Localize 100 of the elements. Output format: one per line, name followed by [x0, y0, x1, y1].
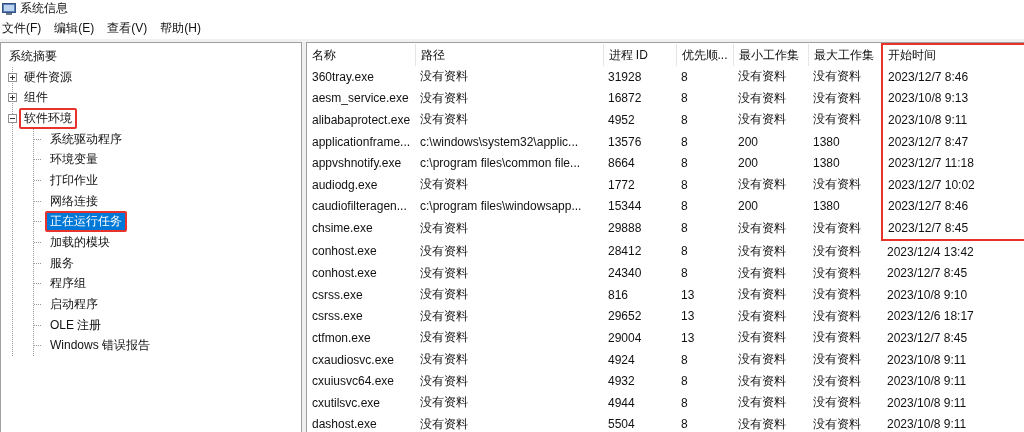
window-title: 系统信息	[20, 0, 68, 17]
table-cell-text: 1772	[607, 176, 636, 194]
table-cell-text: 24340	[607, 265, 643, 283]
expander-icon[interactable]	[8, 113, 17, 123]
table-cell-text: 没有资料	[812, 415, 862, 432]
table-cell-text: 没有资料	[419, 286, 469, 304]
table-cell: 没有资料	[808, 66, 882, 88]
table-cell-text: c:\program files\common file...	[419, 155, 582, 173]
table-cell-text: alibabaprotect.exe	[311, 112, 412, 129]
table-cell: 1380	[808, 195, 882, 218]
table-cell: 没有资料	[808, 87, 882, 110]
column-header[interactable]: 开始时间	[882, 44, 1024, 66]
table-cell: 31928	[603, 66, 676, 88]
table-cell: 没有资料	[415, 66, 603, 88]
table-cell-text: 没有资料	[419, 219, 469, 237]
tree-item[interactable]: Windows 错误报告	[45, 335, 155, 357]
table-cell-text: aesm_service.exe	[311, 90, 410, 108]
table-cell-text: 没有资料	[812, 264, 862, 282]
table-cell-text: 13	[680, 329, 696, 347]
column-header[interactable]: 路径	[415, 44, 603, 66]
table-cell-text: conhost.exe	[311, 243, 378, 261]
tree-item[interactable]: 硬件资源	[19, 66, 77, 88]
tree-item[interactable]: 网络连接	[45, 190, 103, 212]
table-cell-text: 没有资料	[812, 307, 862, 325]
table-cell-text: 没有资料	[419, 89, 469, 107]
column-header[interactable]: 最大工作集	[808, 44, 882, 66]
tree-item[interactable]: 程序组	[45, 273, 91, 295]
table-cell-text: 8	[680, 265, 689, 283]
table-cell-text: csrss.exe	[311, 286, 364, 304]
table-cell: 8	[676, 66, 733, 88]
table-cell: 没有资料	[808, 239, 882, 263]
tree-item[interactable]: 系统摘要	[4, 45, 62, 67]
column-header[interactable]: 最小工作集	[733, 44, 808, 66]
table-cell-text: 200	[737, 133, 760, 151]
table-cell-text: caudiofilteragen...	[311, 198, 408, 216]
table-cell-text: 5504	[607, 416, 636, 432]
expander-icon[interactable]	[8, 93, 17, 103]
table-cell-text: 8664	[607, 155, 636, 173]
table-cell-text: 没有资料	[419, 394, 469, 412]
tree-item[interactable]: 加载的模块	[45, 232, 115, 254]
app-icon	[2, 2, 16, 15]
table-cell-text: 8	[680, 155, 689, 173]
table-cell-text: 2023/10/8 9:11	[886, 351, 968, 369]
table-cell-text: cxuiusvc64.exe	[311, 373, 396, 391]
column-header[interactable]: 名称	[307, 44, 415, 66]
column-header[interactable]: 优先顺...	[676, 44, 733, 66]
tree-item[interactable]: 软件环境	[19, 107, 77, 129]
table-cell: 没有资料	[808, 173, 882, 196]
table-cell-text: 8	[680, 351, 689, 369]
table-cell: 2023/12/7 11:18	[882, 152, 1024, 174]
table-cell-text: appvshnotify.exe	[311, 155, 403, 173]
expander-icon[interactable]	[8, 72, 17, 82]
table-cell: 2023/10/8 9:11	[882, 109, 1024, 131]
table-cell-text: 816	[607, 286, 630, 304]
table-cell-text: dashost.exe	[311, 416, 378, 432]
tree-item[interactable]: 组件	[19, 87, 53, 109]
table-cell-text: c:\program files\windowsapp...	[419, 198, 583, 216]
tree-item[interactable]: 服务	[45, 252, 79, 274]
table-cell-text: 没有资料	[737, 351, 787, 368]
table-cell-text: 4944	[607, 394, 636, 412]
tree-item[interactable]: 打印作业	[45, 169, 103, 191]
table-cell-text: 没有资料	[419, 264, 469, 282]
table-cell-text: 8	[680, 112, 689, 129]
table-cell-text: 2023/10/8 9:11	[886, 416, 968, 432]
table-cell-text: 13576	[607, 133, 643, 151]
table-cell-text: 4932	[607, 373, 636, 391]
table-cell-text: 2023/10/8 9:11	[886, 394, 968, 412]
table-cell-text: 没有资料	[737, 219, 787, 237]
table-cell-text: 4924	[607, 351, 636, 369]
table-cell-text: 8	[680, 90, 689, 108]
tree-item[interactable]: 系统驱动程序	[45, 128, 127, 150]
table-cell-text: 没有资料	[737, 415, 787, 432]
table-cell-text: csrss.exe	[311, 308, 364, 326]
table-cell-text: 29004	[607, 329, 643, 347]
table-cell-text: 没有资料	[737, 372, 787, 390]
tree-item[interactable]: 启动程序	[45, 294, 103, 316]
table-cell-text: ctfmon.exe	[311, 329, 372, 347]
table-cell-text: 4952	[607, 112, 636, 129]
table-cell-text: 没有资料	[737, 307, 787, 325]
table-cell: 360tray.exe	[307, 66, 415, 88]
table-cell-text: 没有资料	[737, 394, 787, 412]
table-cell-text: conhost.exe	[311, 265, 378, 283]
tree-item[interactable]: OLE 注册	[45, 314, 107, 336]
table-cell-text: 没有资料	[812, 351, 862, 368]
tree-item[interactable]: 正在运行任务	[45, 211, 127, 233]
menu-item[interactable]: 帮助(H)	[160, 19, 201, 37]
column-header[interactable]: 进程 ID	[603, 44, 676, 66]
table-cell-text: chsime.exe	[311, 220, 374, 238]
table-cell-text: c:\windows\system32\applic...	[419, 133, 580, 151]
table-cell: 2023/12/4 13:42	[882, 239, 1024, 263]
table-cell-text: 8	[680, 373, 689, 391]
menu-item[interactable]: 编辑(E)	[54, 19, 95, 37]
tree-item[interactable]: 环境变量	[45, 149, 103, 171]
table-cell: 2023/12/7 8:46	[882, 66, 1024, 88]
menu-item[interactable]: 查看(V)	[107, 19, 148, 37]
table-cell-text: 8	[680, 394, 689, 412]
table-cell: 2023/12/7 8:47	[882, 130, 1024, 153]
table-cell: 2023/12/7 10:02	[882, 173, 1024, 196]
menu-item[interactable]: 文件(F)	[2, 19, 42, 37]
table-cell-text: 2023/12/6 18:17	[886, 308, 975, 326]
